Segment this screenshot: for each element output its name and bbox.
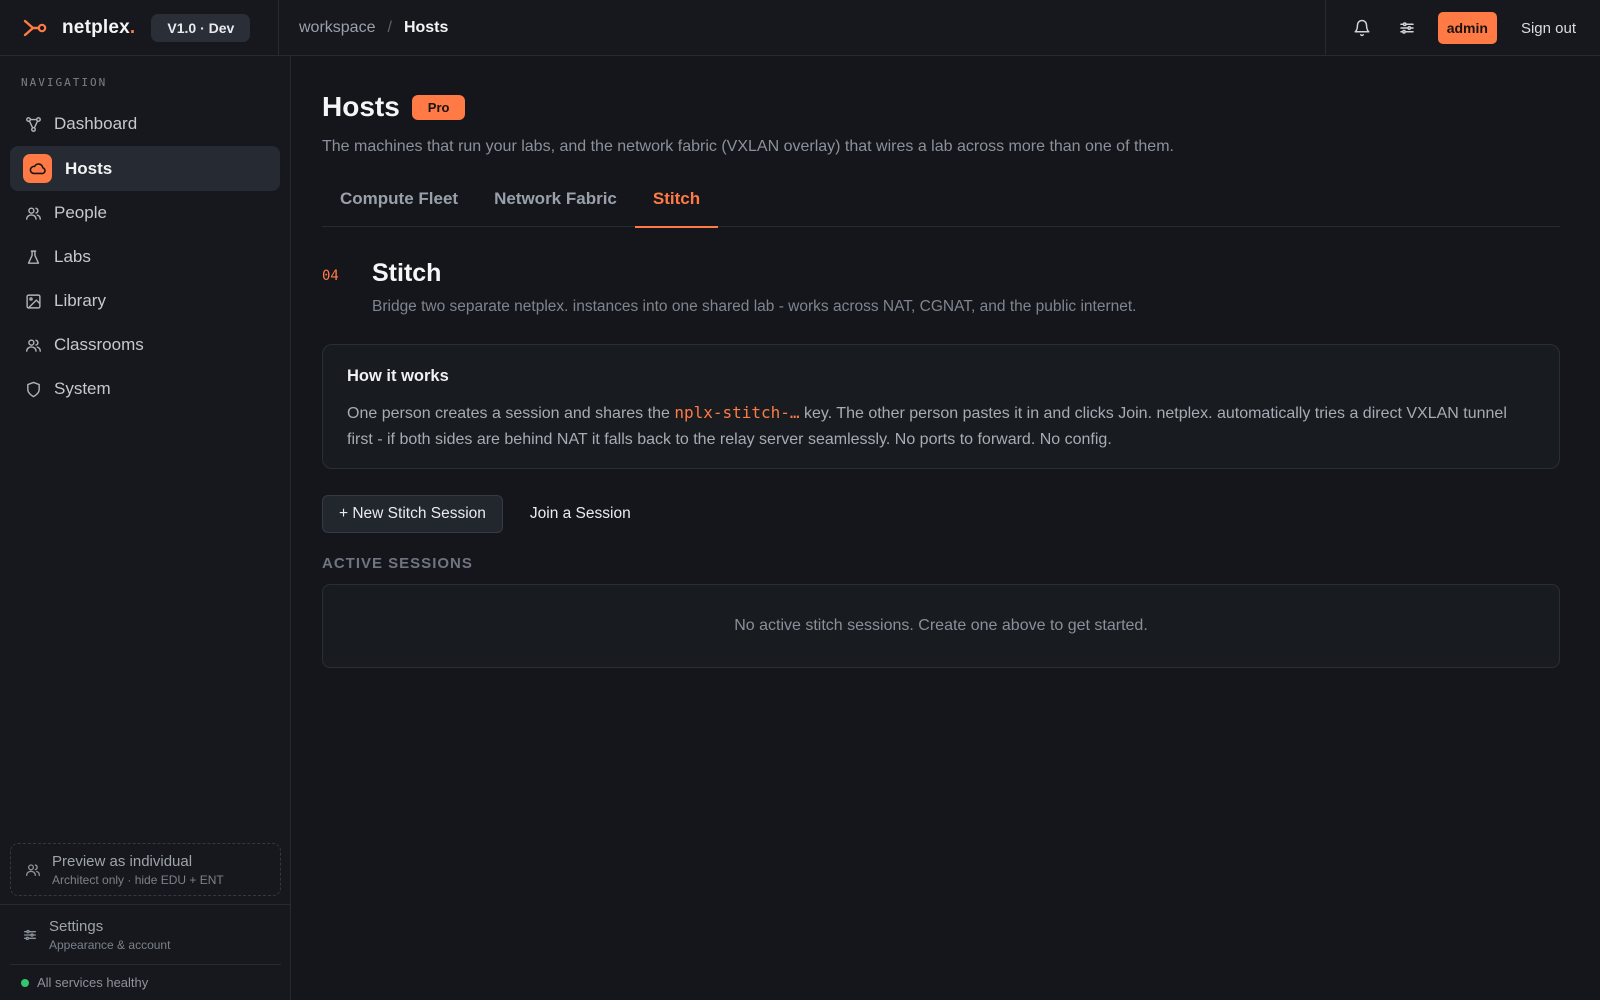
sidebar-item-people[interactable]: People xyxy=(10,191,280,235)
topbar-actions: admin Sign out xyxy=(1324,0,1600,56)
stitch-key-example: nplx-stitch-… xyxy=(674,403,800,422)
sidebar-item-classrooms[interactable]: Classrooms xyxy=(10,323,280,367)
service-status: All services healthy xyxy=(10,964,281,1000)
body-text-before: One person creates a session and shares … xyxy=(347,405,675,422)
tab-compute-fleet[interactable]: Compute Fleet xyxy=(322,187,476,227)
status-dot-icon xyxy=(21,978,29,987)
breadcrumb-workspace[interactable]: workspace xyxy=(299,19,375,37)
session-actions: + New Stitch Session Join a Session xyxy=(322,495,1560,533)
shield-icon xyxy=(24,380,42,398)
new-stitch-session-button[interactable]: + New Stitch Session xyxy=(322,495,503,533)
settings-button[interactable]: Settings Appearance & account xyxy=(0,904,291,964)
brand-name[interactable]: netplex. xyxy=(62,17,135,39)
sidebar-item-system[interactable]: System xyxy=(10,367,280,411)
settings-text: Settings Appearance & account xyxy=(49,918,170,952)
sliders-icon[interactable] xyxy=(1389,10,1425,46)
sidebar-item-hosts[interactable]: Hosts xyxy=(10,146,280,191)
settings-title: Settings xyxy=(49,917,104,935)
nav-heading: NAVIGATION xyxy=(21,76,108,89)
section-number: 04 xyxy=(322,268,339,284)
brand: netplex. V1.0 · Dev xyxy=(0,0,279,56)
people-icon xyxy=(25,862,41,878)
version-badge[interactable]: V1.0 · Dev xyxy=(151,13,251,42)
sidebar-item-labs[interactable]: Labs xyxy=(10,235,280,279)
empty-state-message: No active stitch sessions. Create one ab… xyxy=(734,617,1148,634)
page-header: Hosts Pro xyxy=(322,91,1560,123)
join-session-button[interactable]: Join a Session xyxy=(530,505,631,523)
netplex-logo-icon[interactable] xyxy=(22,18,48,38)
settings-subtitle: Appearance & account xyxy=(49,937,171,952)
tab-bar: Compute Fleet Network Fabric Stitch xyxy=(322,187,1560,228)
how-it-works-body: One person creates a session and shares … xyxy=(347,400,1535,453)
section-header: 04 Stitch Bridge two separate netplex. i… xyxy=(322,259,1560,316)
page-description: The machines that run your labs, and the… xyxy=(322,138,1174,155)
sidebar-item-label: People xyxy=(54,203,107,222)
tab-stitch[interactable]: Stitch xyxy=(634,187,719,228)
preview-as-individual-button[interactable]: Preview as individual Architect only · h… xyxy=(10,843,281,896)
status-text: All services healthy xyxy=(37,975,149,990)
user-role-badge[interactable]: admin xyxy=(1437,12,1497,44)
image-icon xyxy=(24,292,42,310)
topology-icon xyxy=(24,115,42,133)
section-heading-group: Stitch Bridge two separate netplex. inst… xyxy=(372,259,1136,316)
sidebar: NAVIGATION Dashboard Hosts People Labs L… xyxy=(0,56,291,1000)
sidebar-item-label: Dashboard xyxy=(54,114,138,133)
top-bar: netplex. V1.0 · Dev workspace / Hosts ad… xyxy=(0,0,1600,56)
main-content: Hosts Pro The machines that run your lab… xyxy=(322,56,1560,668)
people-icon xyxy=(24,336,42,354)
section-title: Stitch xyxy=(372,259,442,287)
cloud-icon xyxy=(23,154,52,183)
page-title: Hosts xyxy=(322,91,400,122)
plan-badge: Pro xyxy=(411,94,466,120)
flask-icon xyxy=(24,248,42,266)
sign-out-button[interactable]: Sign out xyxy=(1521,20,1576,37)
breadcrumb: workspace / Hosts xyxy=(279,19,448,37)
preview-title: Preview as individual xyxy=(52,852,193,870)
sidebar-item-library[interactable]: Library xyxy=(10,279,280,323)
breadcrumb-separator: / xyxy=(387,18,392,36)
sidebar-item-label: Classrooms xyxy=(54,335,144,354)
nav-list: Dashboard Hosts People Labs Library Clas… xyxy=(10,102,280,411)
bell-icon[interactable] xyxy=(1344,10,1380,46)
sidebar-item-label: Labs xyxy=(54,247,91,266)
sliders-icon xyxy=(22,927,38,943)
how-it-works-card: How it works One person creates a sessio… xyxy=(322,344,1560,469)
breadcrumb-current: Hosts xyxy=(403,18,449,36)
sidebar-item-label: System xyxy=(54,379,111,398)
sidebar-footer: Preview as individual Architect only · h… xyxy=(0,843,291,1000)
tab-network-fabric[interactable]: Network Fabric xyxy=(476,187,635,227)
active-sessions-empty-state: No active stitch sessions. Create one ab… xyxy=(322,584,1560,668)
sidebar-item-label: Library xyxy=(54,291,106,310)
preview-text: Preview as individual Architect only · h… xyxy=(52,853,224,887)
section-description: Bridge two separate netplex. instances i… xyxy=(372,298,1137,315)
how-it-works-title: How it works xyxy=(347,367,449,385)
sidebar-item-dashboard[interactable]: Dashboard xyxy=(10,102,280,146)
sidebar-item-label: Hosts xyxy=(65,158,113,178)
active-sessions-heading: ACTIVE SESSIONS xyxy=(322,555,473,572)
people-icon xyxy=(24,204,42,222)
preview-subtitle: Architect only · hide EDU + ENT xyxy=(52,872,224,887)
